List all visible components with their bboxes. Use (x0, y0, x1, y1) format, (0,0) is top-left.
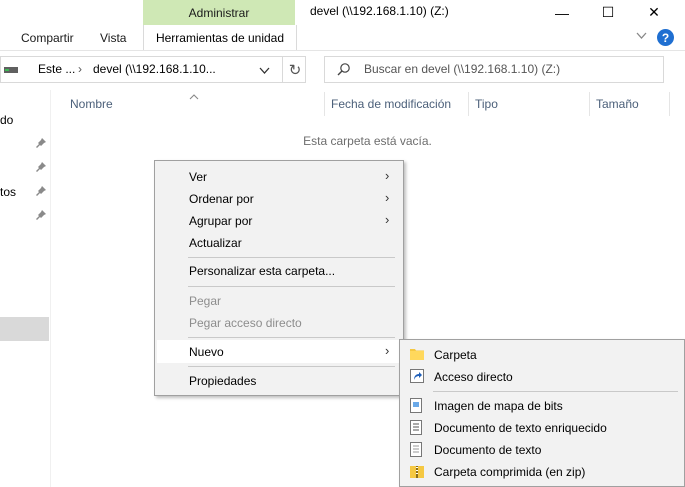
context-tab-label: Administrar (188, 6, 250, 20)
pin-icon (36, 186, 46, 199)
submenu-item-zip[interactable]: Carpeta comprimida (en zip) (434, 465, 585, 479)
submenu-item-bitmap[interactable]: Imagen de mapa de bits (434, 399, 563, 413)
context-menu: Ver › Ordenar por › Agrupar por › Actual… (154, 160, 404, 396)
chevron-right-icon: › (385, 343, 390, 358)
sort-arrow-icon (189, 89, 199, 103)
close-button[interactable]: ✕ (631, 0, 677, 25)
menu-separator (188, 257, 395, 258)
refresh-icon: ↻ (288, 61, 302, 79)
window-title: devel (\\192.168.1.10) (Z:) (310, 4, 449, 18)
submenu-item-acceso-directo[interactable]: Acceso directo (434, 370, 513, 384)
breadcrumb-separator-icon: › (78, 62, 82, 76)
chevron-right-icon: › (385, 168, 390, 183)
menu-separator (433, 391, 678, 392)
tab-compartir[interactable]: Compartir (21, 31, 74, 45)
menu-item-personalizar[interactable]: Personalizar esta carpeta... (189, 264, 335, 278)
menu-item-actualizar[interactable]: Actualizar (189, 236, 242, 250)
drive-icon (4, 64, 18, 78)
submenu-nuevo: Carpeta Acceso directo Imagen de mapa de… (399, 339, 685, 487)
column-nombre[interactable]: Nombre (70, 97, 113, 111)
tab-label: Herramientas de unidad (155, 31, 285, 45)
breadcrumb-devel[interactable]: devel (\\192.168.1.10... (93, 62, 216, 76)
shortcut-icon (410, 369, 424, 384)
menu-item-pegar: Pegar (189, 294, 222, 308)
text-document-icon (410, 442, 424, 457)
pin-icon (36, 162, 46, 175)
minimize-button[interactable]: — (539, 0, 585, 25)
pin-icon (36, 138, 46, 151)
breadcrumb-este-equipo[interactable]: Este ... (38, 62, 75, 76)
submenu-item-carpeta[interactable]: Carpeta (434, 348, 477, 362)
chevron-down-icon[interactable] (636, 31, 647, 43)
close-icon: ✕ (648, 4, 660, 20)
rich-text-document-icon (410, 420, 424, 435)
search-input[interactable]: Buscar en devel (\\192.168.1.10) (Z:) (364, 62, 560, 76)
column-divider[interactable] (324, 92, 325, 116)
menu-separator (188, 286, 395, 287)
tab-vista[interactable]: Vista (100, 31, 126, 45)
menu-item-pegar-acceso-directo: Pegar acceso directo (189, 316, 302, 330)
nav-item-label[interactable]: do (0, 113, 13, 127)
chevron-right-icon: › (385, 212, 390, 227)
column-tipo[interactable]: Tipo (475, 97, 498, 111)
column-divider[interactable] (669, 92, 670, 116)
menu-item-agrupar-por[interactable]: Agrupar por (189, 214, 252, 228)
refresh-button[interactable]: ↻ (282, 56, 307, 83)
maximize-icon: ☐ (601, 4, 615, 20)
column-divider[interactable] (589, 92, 590, 116)
empty-folder-message: Esta carpeta está vacía. (303, 134, 432, 148)
search-icon (337, 62, 351, 79)
menu-item-propiedades[interactable]: Propiedades (189, 374, 256, 388)
menu-separator (188, 366, 395, 367)
address-dropdown-icon[interactable] (259, 64, 270, 78)
submenu-item-rtf[interactable]: Documento de texto enriquecido (434, 421, 607, 435)
column-divider[interactable] (468, 92, 469, 116)
context-tab-administrar[interactable]: Administrar (143, 0, 295, 25)
menu-item-ver[interactable]: Ver (189, 170, 207, 184)
bitmap-icon (410, 398, 424, 413)
help-icon[interactable]: ? (657, 29, 674, 46)
menu-item-ordenar-por[interactable]: Ordenar por (189, 192, 254, 206)
maximize-button[interactable]: ☐ (585, 0, 631, 25)
menu-separator (188, 337, 395, 338)
nav-item-label[interactable]: tos (0, 185, 16, 199)
pin-icon (36, 210, 46, 223)
column-tamano[interactable]: Tamaño (596, 97, 639, 111)
nav-item-selected[interactable] (0, 317, 49, 341)
tab-herramientas-de-unidad[interactable]: Herramientas de unidad (143, 25, 297, 50)
menu-item-nuevo[interactable]: Nuevo (189, 345, 224, 359)
submenu-item-texto[interactable]: Documento de texto (434, 443, 541, 457)
folder-icon (410, 347, 424, 362)
zip-folder-icon (410, 464, 424, 479)
column-fecha[interactable]: Fecha de modificación (331, 97, 451, 111)
minimize-icon: — (555, 4, 569, 21)
chevron-right-icon: › (385, 190, 390, 205)
